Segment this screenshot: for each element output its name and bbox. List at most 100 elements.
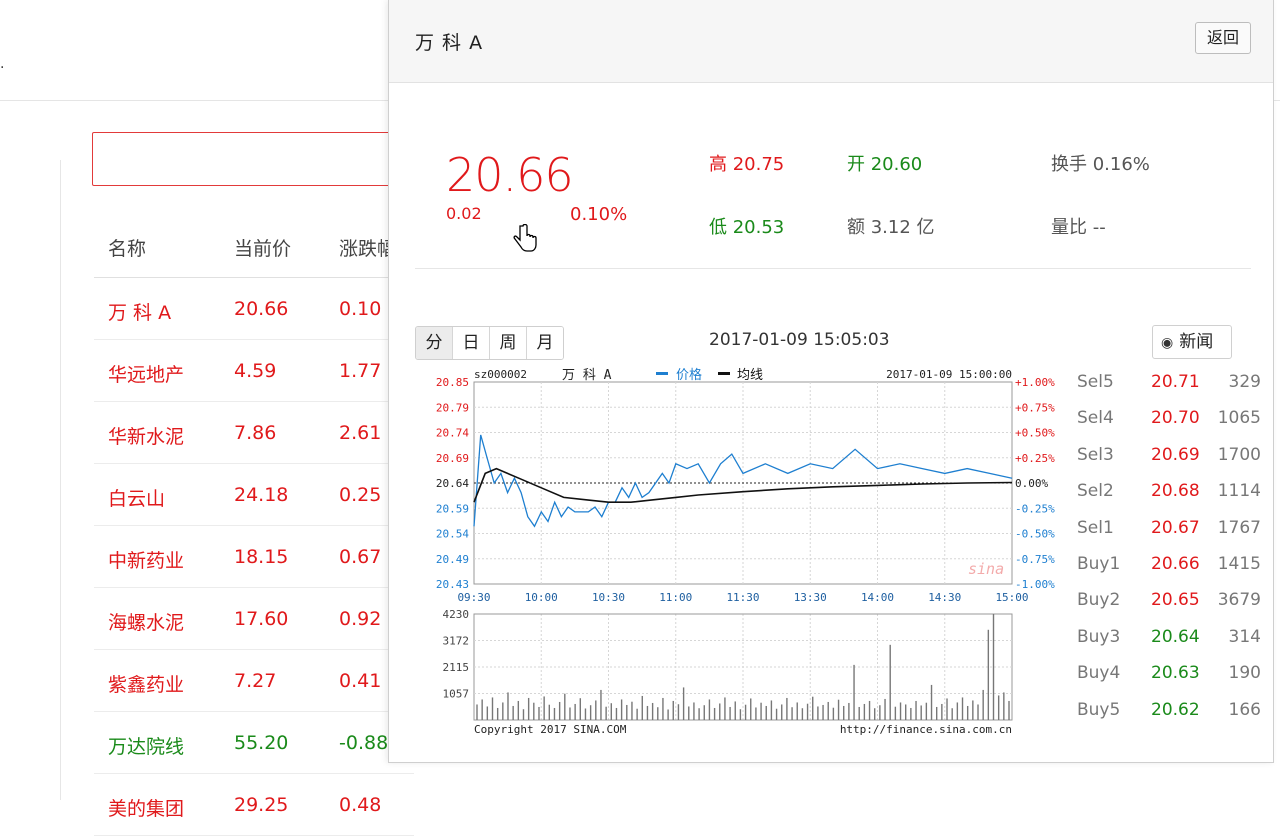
weibo-icon: ◉ xyxy=(1161,335,1174,351)
tab-month[interactable]: 月 xyxy=(527,327,563,359)
order-book-row: Buy1 20.66 1415 xyxy=(1077,554,1273,578)
turnover-rate: 换手 0.16% xyxy=(1051,154,1150,175)
period-tabs: 分 日 周 月 xyxy=(415,326,564,360)
table-row[interactable]: 万达院线 55.20 -0.88 xyxy=(94,712,414,774)
row-name: 万达院线 xyxy=(108,736,185,758)
row-price: 29.25 xyxy=(234,794,289,816)
order-book-row: Buy5 20.62 166 xyxy=(1077,700,1273,724)
table-row[interactable]: 紫鑫药业 7.27 0.41 xyxy=(94,650,414,712)
row-price: 20.66 xyxy=(234,298,289,320)
order-label: Buy5 xyxy=(1077,699,1121,720)
order-book-row: Buy4 20.63 190 xyxy=(1077,663,1273,687)
order-label: Sel5 xyxy=(1077,372,1114,392)
row-price: 4.59 xyxy=(234,360,277,382)
hand-cursor-icon xyxy=(513,224,537,252)
row-name: 紫鑫药业 xyxy=(108,674,185,696)
price-change-percent: 0.10% xyxy=(570,204,628,225)
order-price: 20.62 xyxy=(1151,699,1200,720)
current-price: 20.66 xyxy=(446,148,574,202)
stock-detail-panel: 万 科 A 返回 20.66 0.02 0.10% 高 20.75 低 20.5… xyxy=(388,0,1274,763)
order-book-row: Buy3 20.64 314 xyxy=(1077,627,1273,651)
news-button[interactable]: ◉ 新闻 xyxy=(1152,325,1232,359)
row-price: 55.20 xyxy=(234,732,289,754)
chart-timestamp: 2017-01-09 15:05:03 xyxy=(709,330,890,350)
table-header: 名称 当前价 涨跌幅 xyxy=(94,212,414,278)
row-name: 万 科 A xyxy=(108,302,172,324)
stock-table: 名称 当前价 涨跌幅 万 科 A 20.66 0.10 华远地产 4.59 1.77 华新水… xyxy=(94,212,414,836)
table-row[interactable]: 白云山 24.18 0.25 xyxy=(94,464,414,526)
open-price: 开 20.60 xyxy=(847,154,923,175)
row-change: 0.25 xyxy=(339,484,382,506)
row-price: 7.86 xyxy=(234,422,277,444)
order-label: Sel2 xyxy=(1077,481,1114,502)
row-change: 0.41 xyxy=(339,670,382,692)
order-volume: 1114 xyxy=(1217,481,1261,502)
order-price: 20.71 xyxy=(1151,372,1200,392)
order-price: 20.65 xyxy=(1151,590,1200,611)
row-name: 美的集团 xyxy=(108,798,185,820)
order-book-row: Sel3 20.69 1700 xyxy=(1077,445,1273,469)
trade-amount: 额 3.12 亿 xyxy=(847,217,935,238)
row-change: 2.61 xyxy=(339,422,382,444)
header-name: 名称 xyxy=(108,238,147,260)
low-price: 低 20.53 xyxy=(709,217,785,238)
order-book-row: Sel2 20.68 1114 xyxy=(1077,481,1273,505)
background-sidebar xyxy=(0,160,61,800)
order-price: 20.63 xyxy=(1151,663,1200,684)
order-price: 20.67 xyxy=(1151,517,1200,538)
order-volume: 1700 xyxy=(1217,444,1261,465)
row-price: 18.15 xyxy=(234,546,289,568)
tab-minute[interactable]: 分 xyxy=(416,327,453,359)
order-volume: 1415 xyxy=(1217,554,1261,574)
row-price: 24.18 xyxy=(234,484,289,506)
row-name: 白云山 xyxy=(108,488,166,510)
table-row[interactable]: 海螺水泥 17.60 0.92 xyxy=(94,588,414,650)
row-name: 中新药业 xyxy=(108,550,185,572)
order-book-row: Buy2 20.65 3679 xyxy=(1077,590,1273,614)
tab-week[interactable]: 周 xyxy=(490,327,527,359)
order-book-row: Sel4 20.70 1065 xyxy=(1077,408,1273,432)
order-volume: 166 xyxy=(1228,699,1261,720)
table-row[interactable]: 万 科 A 20.66 0.10 xyxy=(94,278,414,340)
row-change: 0.67 xyxy=(339,546,382,568)
table-row[interactable]: 华新水泥 7.86 2.61 xyxy=(94,402,414,464)
order-volume: 3679 xyxy=(1217,590,1261,611)
order-label: Buy1 xyxy=(1077,554,1121,574)
order-volume: 1767 xyxy=(1217,517,1261,538)
header-price: 当前价 xyxy=(234,238,292,260)
search-input[interactable] xyxy=(92,132,414,186)
header-fragment: . xyxy=(0,56,5,72)
order-price: 20.68 xyxy=(1151,481,1200,502)
row-price: 17.60 xyxy=(234,608,289,630)
table-row[interactable]: 美的集团 29.25 0.48 xyxy=(94,774,414,836)
order-price: 20.69 xyxy=(1151,444,1200,465)
price-change: 0.02 xyxy=(446,204,482,223)
order-price: 20.64 xyxy=(1151,626,1200,647)
high-price: 高 20.75 xyxy=(709,154,785,175)
divider xyxy=(415,268,1251,269)
row-name: 海螺水泥 xyxy=(108,612,185,634)
back-button[interactable]: 返回 xyxy=(1195,22,1251,54)
tab-day[interactable]: 日 xyxy=(453,327,490,359)
order-label: Sel4 xyxy=(1077,408,1114,429)
row-price: 7.27 xyxy=(234,670,277,692)
order-book-row: Sel1 20.67 1767 xyxy=(1077,518,1273,542)
order-label: Buy2 xyxy=(1077,590,1121,611)
row-change: 0.48 xyxy=(339,794,382,816)
table-row[interactable]: 中新药业 18.15 0.67 xyxy=(94,526,414,588)
order-price: 20.66 xyxy=(1151,554,1200,574)
stock-title: 万 科 A xyxy=(415,32,484,54)
order-label: Sel3 xyxy=(1077,444,1114,465)
order-label: Buy3 xyxy=(1077,626,1121,647)
order-price: 20.70 xyxy=(1151,408,1200,429)
table-row[interactable]: 华远地产 4.59 1.77 xyxy=(94,340,414,402)
row-name: 华远地产 xyxy=(108,364,185,386)
order-volume: 190 xyxy=(1228,663,1261,684)
order-book-row: Sel5 20.71 329 xyxy=(1077,372,1273,396)
row-name: 华新水泥 xyxy=(108,426,185,448)
order-volume: 314 xyxy=(1228,626,1261,647)
row-change: 0.92 xyxy=(339,608,382,630)
row-change: 0.10 xyxy=(339,298,382,320)
order-label: Buy4 xyxy=(1077,663,1121,684)
order-volume: 329 xyxy=(1228,372,1261,392)
